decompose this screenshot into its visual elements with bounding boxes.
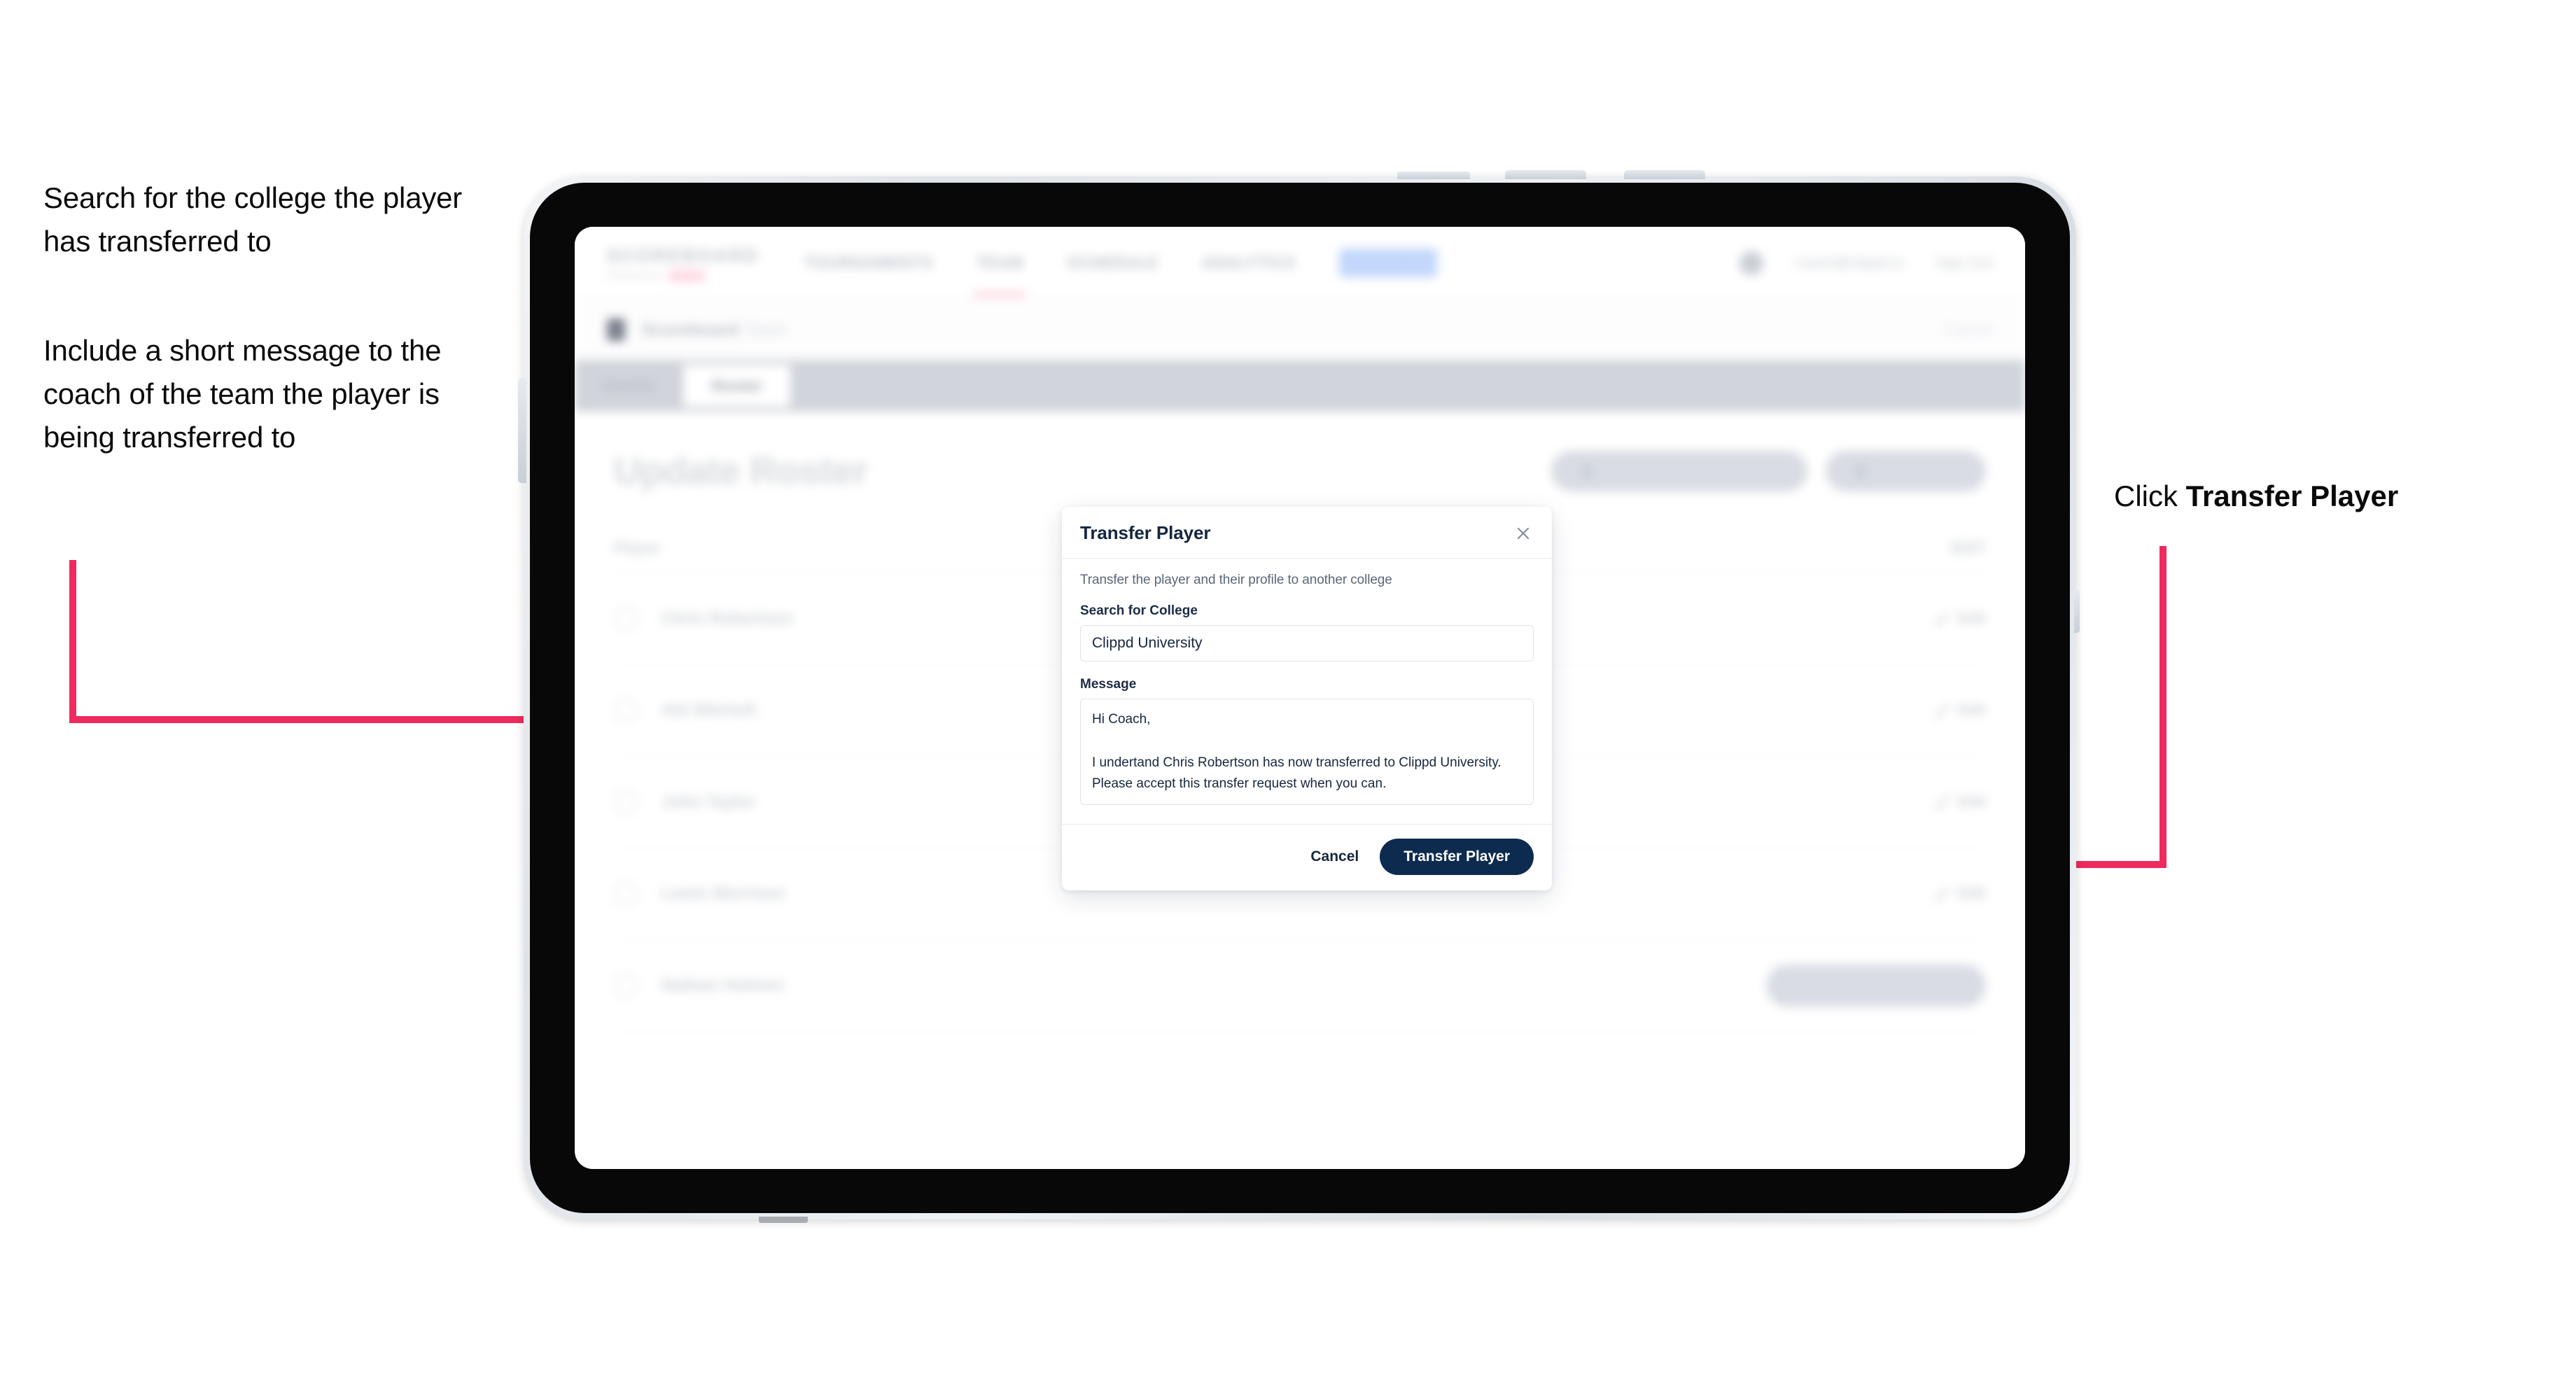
cancel-button[interactable]: Cancel — [1308, 843, 1362, 871]
modal-body: Transfer the player and their profile to… — [1062, 559, 1552, 824]
search-college-input[interactable] — [1080, 625, 1534, 662]
transfer-player-button[interactable]: Transfer Player — [1380, 839, 1534, 875]
search-college-label: Search for College — [1080, 603, 1198, 618]
modal-description: Transfer the player and their profile to… — [1080, 573, 1392, 587]
transfer-player-modal: Transfer Player Transfer the player and … — [1062, 507, 1552, 890]
tablet-device: SCOREBOARD Powered by Beta TOURNAMENTS T… — [518, 170, 2080, 1223]
modal-title: Transfer Player — [1080, 522, 1211, 543]
tablet-screen: SCOREBOARD Powered by Beta TOURNAMENTS T… — [575, 227, 2025, 1169]
power-button-icon[interactable] — [518, 378, 526, 483]
annotation-click-prefix: Click — [2114, 479, 2186, 512]
modal-header: Transfer Player — [1062, 507, 1552, 559]
annotation-click-transfer: Click Transfer Player — [2114, 476, 2506, 517]
modal-footer: Cancel Transfer Player — [1062, 824, 1552, 890]
tablet-frame: SCOREBOARD Powered by Beta TOURNAMENTS T… — [530, 183, 2070, 1213]
speaker-port-icon — [759, 1217, 808, 1223]
message-textarea[interactable]: Hi Coach, I undertand Chris Robertson ha… — [1080, 699, 1534, 805]
side-button-icon[interactable] — [2074, 589, 2080, 633]
annotation-click-strong: Transfer Player — [2185, 479, 2399, 512]
annotation-include-message: Include a short message to the coach of … — [43, 334, 442, 454]
message-label: Message — [1080, 677, 1137, 692]
volume-up-button-icon[interactable] — [1505, 170, 1586, 179]
volume-button-icon[interactable] — [1397, 172, 1470, 179]
annotation-search-college: Search for the college the player has tr… — [43, 181, 463, 258]
volume-down-button-icon[interactable] — [1624, 170, 1705, 179]
close-icon[interactable] — [1513, 523, 1534, 544]
